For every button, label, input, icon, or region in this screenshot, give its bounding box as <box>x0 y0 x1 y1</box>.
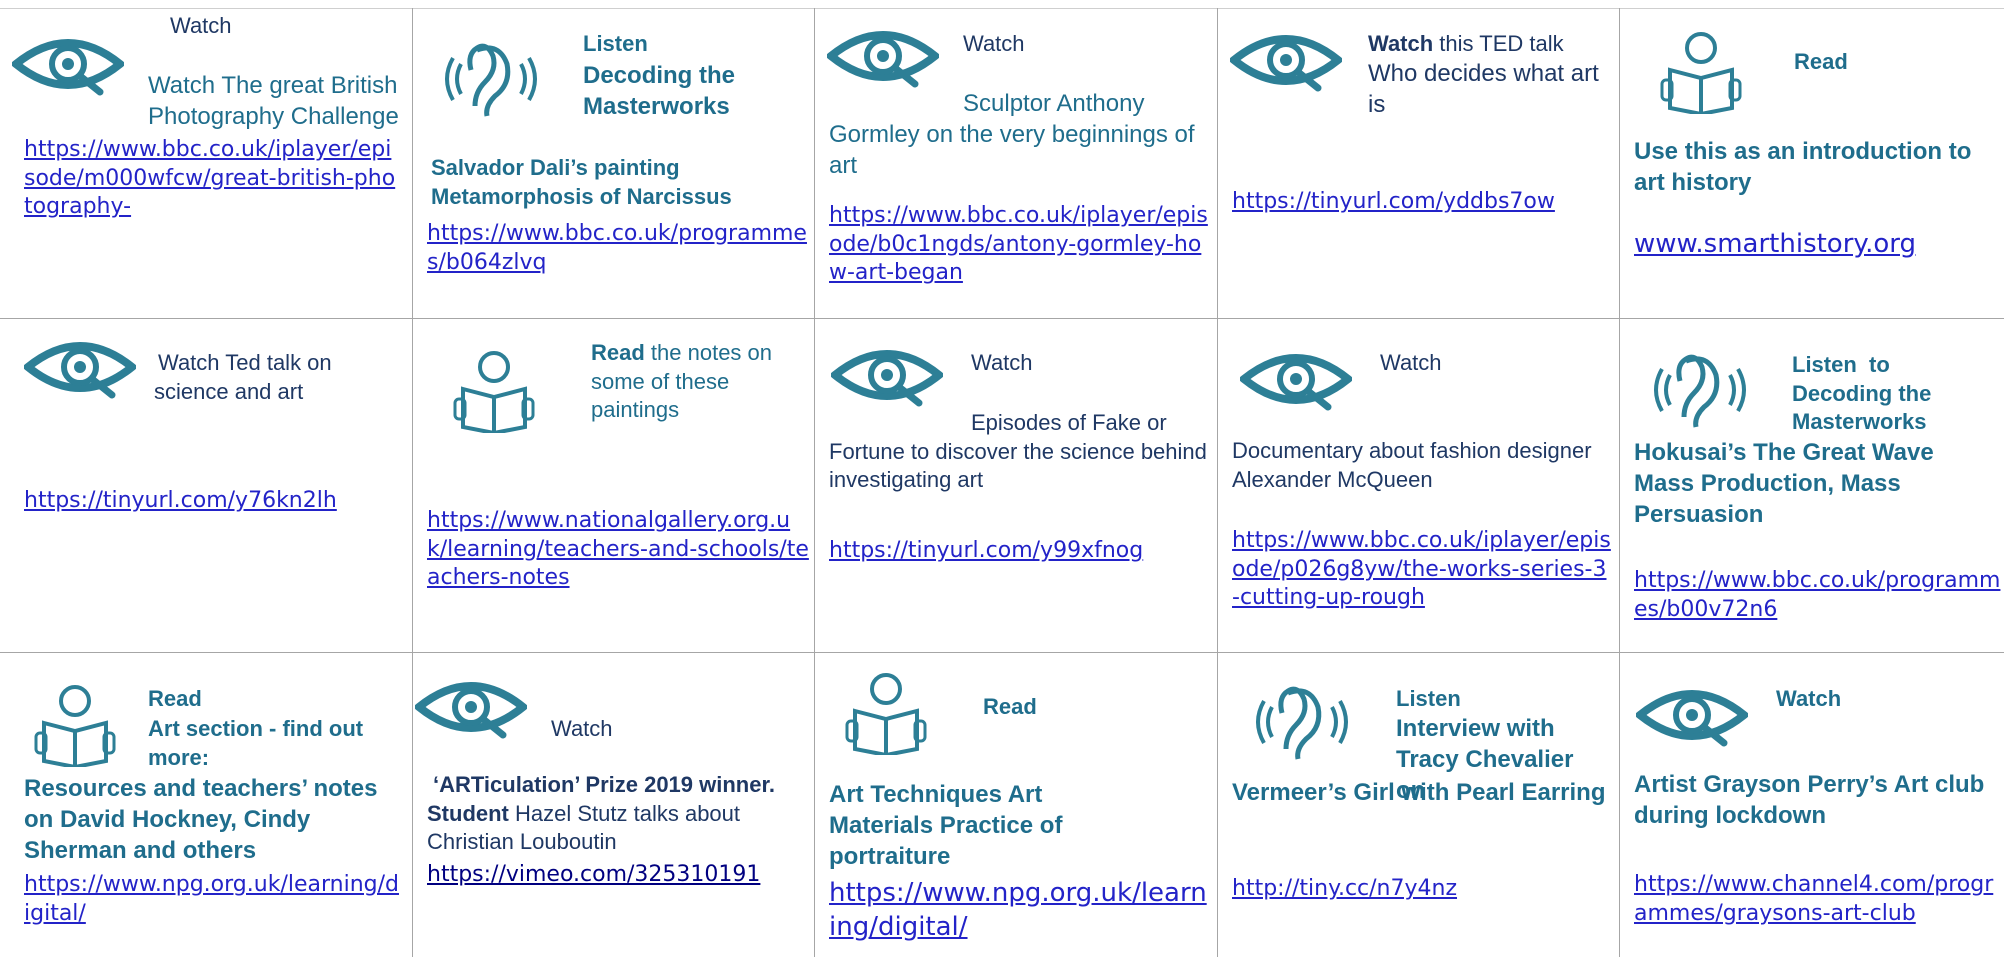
resource-link[interactable]: https://www.bbc.co.uk/iplayer/episode/m0… <box>24 136 402 222</box>
resource-link[interactable]: https://www.npg.org.uk/learning/digital/ <box>24 871 402 928</box>
cell-description: Sculptor Anthony Gormley on the very beg… <box>829 90 1195 180</box>
cell-type: Listen <box>1396 686 1461 711</box>
resource-cell: Watch this TED talk Who decides what art… <box>1218 0 1619 318</box>
reader-book-icon <box>30 683 120 767</box>
resource-link[interactable]: https://www.nationalgallery.org.uk/learn… <box>427 507 809 593</box>
resource-link[interactable]: https://www.npg.org.uk/learning/digital/ <box>829 877 1209 945</box>
resource-cell: Listen Interview with Tracy Chevalier on… <box>1218 653 1619 957</box>
resource-link[interactable]: www.smarthistory.org <box>1634 228 2000 262</box>
cell-description: Salvador Dali’s painting Metamorphosis o… <box>431 155 732 209</box>
resource-cell: Listen to Decoding the Masterworks Hokus… <box>1620 319 2004 652</box>
resource-cell: Watch Episodes of Fake or Fortune to dis… <box>815 319 1217 652</box>
eye-magnifier-icon <box>827 22 939 92</box>
reader-book-icon <box>449 349 539 433</box>
cell-type: Listen <box>583 31 648 56</box>
cell-title: Watch Ted talk on science and art <box>154 350 332 404</box>
cell-type: Watch <box>170 13 232 38</box>
cell-type-line: Watch this TED talk <box>1368 30 1564 59</box>
eye-magnifier-icon <box>1230 26 1342 96</box>
cell-type-suffix: this TED talk <box>1433 31 1564 56</box>
cell-title: Decoding the Masterworks <box>583 62 736 121</box>
resource-link[interactable]: https://www.bbc.co.uk/programmes/b00v72n… <box>1634 567 2004 624</box>
cell-type: Watch <box>551 716 613 741</box>
resource-link[interactable]: https://www.channel4.com/programmes/gray… <box>1634 871 2000 928</box>
cell-type: Watch <box>1776 686 1842 711</box>
ear-sound-icon <box>1646 347 1758 433</box>
cell-description: Artist Grayson Perry’s Art club during l… <box>1634 771 1985 830</box>
cell-type: Read <box>148 686 202 711</box>
cell-title: Watch The great British Photography Chal… <box>148 72 399 131</box>
resource-cell: Read Art Techniques Art Materials Practi… <box>815 653 1217 957</box>
resource-grid: Watch Watch The great British Photograph… <box>0 0 2004 957</box>
cell-title: Who decides what art is <box>1368 60 1599 119</box>
reader-book-icon <box>841 671 931 755</box>
resource-cell: Read Use this as an introduction to art … <box>1620 0 2004 318</box>
cell-description: ‘ARTiculation’ Prize 2019 winner. Studen… <box>427 771 807 857</box>
cell-description: Vermeer’s Girl with Pearl Earring <box>1232 779 1606 806</box>
cell-type: Watch <box>971 350 1033 375</box>
cell-description: Episodes of Fake or Fortune to discover … <box>829 410 1207 493</box>
resource-cell: Watch Ted talk on science and art https:… <box>0 319 412 652</box>
cell-type: Read <box>983 694 1037 719</box>
resource-link[interactable]: https://vimeo.com/325310191 <box>427 861 807 890</box>
resource-cell: Read the notes on some of these painting… <box>413 319 814 652</box>
cell-description: Art Techniques Art Materials Practice of… <box>829 781 1063 871</box>
resource-link[interactable]: http://tiny.cc/n7y4nz <box>1232 875 1612 904</box>
eye-magnifier-icon <box>1240 345 1352 415</box>
resource-cell: Watch Documentary about fashion designer… <box>1218 319 1619 652</box>
resource-link[interactable]: https://tinyurl.com/yddbs7ow <box>1232 188 1612 217</box>
resource-link[interactable]: https://www.bbc.co.uk/iplayer/episode/p0… <box>1232 527 1614 613</box>
ear-sound-icon <box>437 36 549 122</box>
cell-type: Listen to Decoding the Masterworks <box>1792 352 1938 435</box>
resource-link[interactable]: https://www.bbc.co.uk/iplayer/episode/b0… <box>829 202 1213 288</box>
eye-magnifier-icon <box>24 333 136 403</box>
cell-type: Read <box>591 340 645 365</box>
resource-cell: Watch Sculptor Anthony Gormley on the ve… <box>815 0 1217 318</box>
reader-book-icon <box>1656 30 1746 114</box>
resource-cell: Listen Decoding the Masterworks Salvador… <box>413 0 814 318</box>
cell-type: Watch <box>963 31 1025 56</box>
resource-cell: Watch ‘ARTiculation’ Prize 2019 winner. … <box>413 653 814 957</box>
cell-type: Watch <box>1380 350 1442 375</box>
eye-magnifier-icon <box>1636 681 1748 751</box>
cell-description: Use this as an introduction to art histo… <box>1634 138 1972 197</box>
resource-link[interactable]: https://www.bbc.co.uk/programmes/b064zlv… <box>427 220 809 277</box>
cell-description: Documentary about fashion designer Alexa… <box>1232 438 1592 492</box>
cell-description: Hokusai’s The Great Wave Mass Production… <box>1634 439 1934 529</box>
cell-description: Resources and teachers’ notes on David H… <box>24 775 378 865</box>
resource-cell: Watch Watch The great British Photograph… <box>0 0 412 318</box>
cell-title: Art section - find out more: <box>148 716 364 770</box>
resource-link[interactable]: https://tinyurl.com/y76kn2lh <box>24 487 404 516</box>
eye-magnifier-icon <box>12 30 124 100</box>
resource-cell: Watch Artist Grayson Perry’s Art club du… <box>1620 653 2004 957</box>
cell-type-line: Read the notes on some of these painting… <box>591 339 801 425</box>
eye-magnifier-icon <box>415 673 527 743</box>
eye-magnifier-icon <box>831 341 943 411</box>
cell-type: Read <box>1794 49 1848 74</box>
resource-cell: Read Art section - find out more: Resour… <box>0 653 412 957</box>
cell-type: Watch <box>1368 31 1434 56</box>
ear-sound-icon <box>1248 679 1360 765</box>
resource-link[interactable]: https://tinyurl.com/y99xfnog <box>829 537 1209 566</box>
